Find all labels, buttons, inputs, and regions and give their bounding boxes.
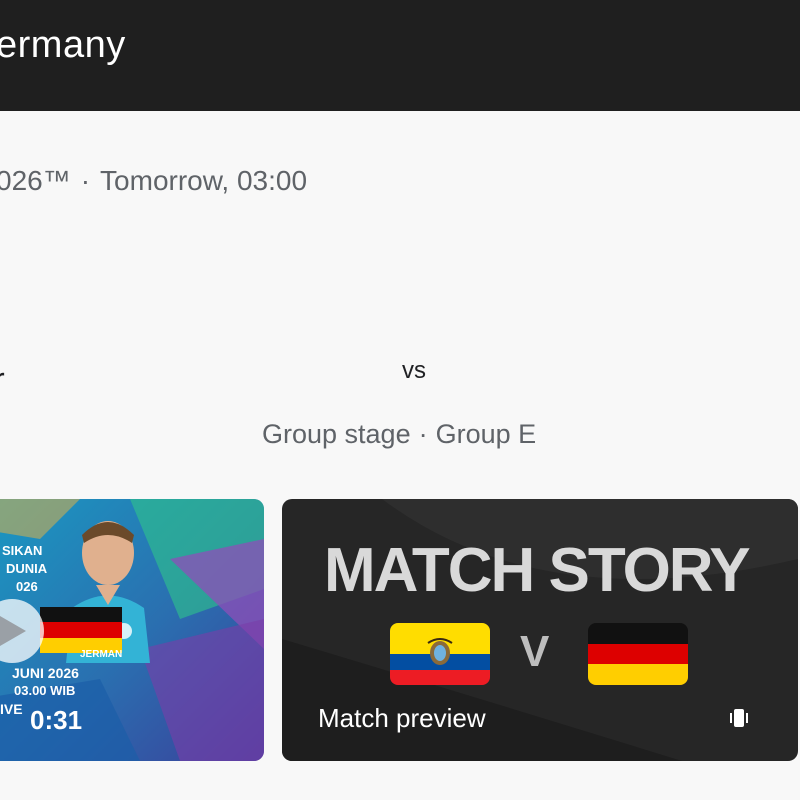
- ecuador-flag-icon: [390, 623, 490, 685]
- stage-separator: ·: [418, 419, 428, 449]
- match-meta: 026™ · Tomorrow, 03:00: [0, 165, 307, 197]
- stage-label: Group stage: [262, 419, 411, 449]
- thumb-text-line: DUNIA: [6, 561, 48, 576]
- thumb-text-line: JUNI 2026: [12, 665, 79, 681]
- group-label[interactable]: Group E: [436, 419, 537, 449]
- page-title: ermany: [0, 24, 126, 66]
- match-panel: 026™·Tomorrow, 03:00 r vs Group stage·Gr…: [0, 111, 800, 800]
- video-card-match-preview[interactable]: MATCH STORY V Match preview: [282, 499, 798, 761]
- competition-label[interactable]: 026™: [0, 165, 71, 196]
- match-time: Tomorrow, 03:00: [100, 165, 308, 196]
- top-bar: ermany: [0, 0, 800, 111]
- germany-flag-icon: [40, 607, 122, 653]
- video-card-preview-clip[interactable]: SIKAN DUNIA 026 JERMAN JUNI 2026 03.00 W…: [0, 499, 264, 761]
- thumb-text-line: 03.00 WIB: [14, 683, 76, 698]
- stage-info: Group stage · Group E: [262, 419, 536, 450]
- video-title: Match preview: [318, 703, 486, 733]
- versus-letter: V: [520, 627, 550, 676]
- thumb-text-line: SIKAN: [2, 543, 43, 558]
- vs-label: vs: [402, 357, 426, 384]
- match-story-title: MATCH STORY: [324, 536, 751, 605]
- thumb-text-line: 026: [16, 579, 38, 594]
- germany-flag-icon: [588, 623, 688, 685]
- team-left-name[interactable]: r: [0, 361, 5, 398]
- video-duration: 0:31: [30, 705, 83, 735]
- thumb-text-line: IVE: [0, 701, 23, 717]
- thumb-text-line: JERMAN: [80, 649, 123, 660]
- shorts-icon[interactable]: [728, 707, 750, 729]
- meta-separator: ·: [80, 165, 91, 196]
